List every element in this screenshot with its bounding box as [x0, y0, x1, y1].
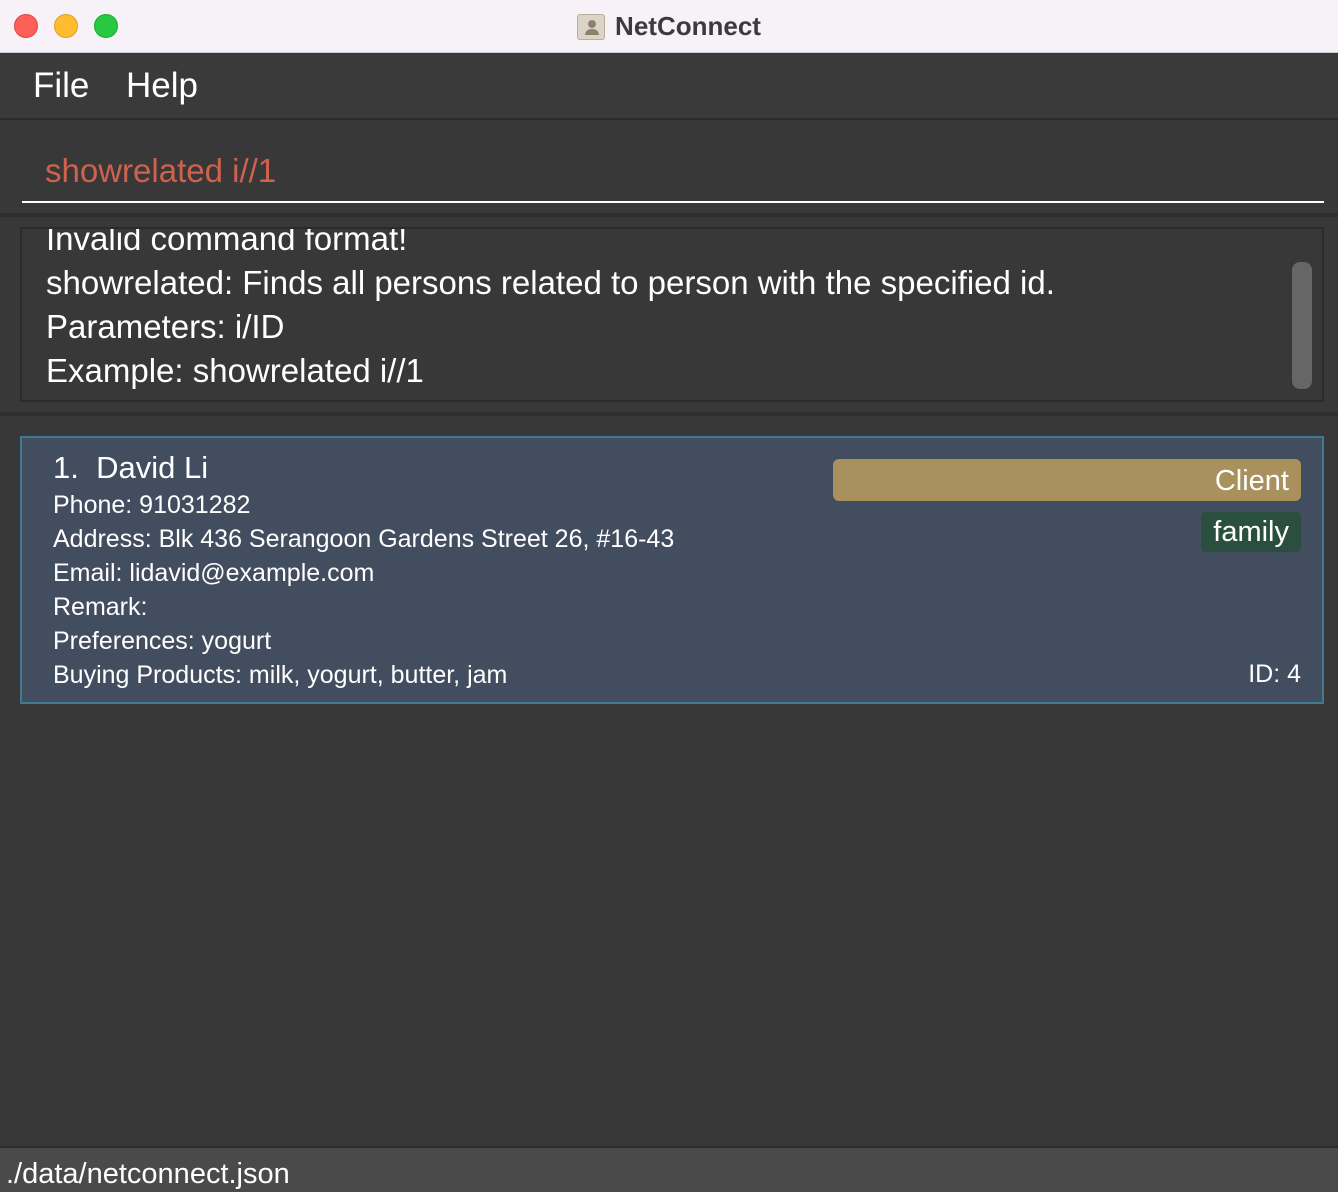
- person-phone: Phone: 91031282: [53, 491, 251, 519]
- person-name: David Li: [96, 450, 209, 485]
- window-title-group: NetConnect: [0, 0, 1338, 53]
- result-line: showrelated: Finds all persons related t…: [46, 264, 1055, 301]
- menu-file[interactable]: File: [33, 66, 89, 106]
- result-display-panel: Invalid command format! showrelated: Find…: [0, 217, 1338, 412]
- person-email: Email: lidavid@example.com: [53, 559, 375, 587]
- window-title: NetConnect: [615, 11, 761, 41]
- person-list[interactable]: 1. David Li Phone: 91031282 Address: Blk…: [0, 416, 1338, 1146]
- save-file-path: ./data/netconnect.json: [6, 1158, 290, 1190]
- person-buying-products: Buying Products: milk, yogurt, butter, j…: [53, 661, 508, 689]
- person-preferences: Preferences: yogurt: [53, 627, 272, 655]
- person-address: Address: Blk 436 Serangoon Gardens Stree…: [53, 525, 675, 553]
- result-display[interactable]: Invalid command format! showrelated: Find…: [20, 227, 1324, 402]
- result-scrollbar[interactable]: [1292, 262, 1312, 389]
- person-remark: Remark:: [53, 593, 148, 621]
- address-book-icon: [577, 13, 606, 40]
- result-text: Invalid command format! showrelated: Find…: [46, 227, 1055, 393]
- status-bar: ./data/netconnect.json: [0, 1146, 1338, 1192]
- person-index: 1.: [53, 450, 79, 485]
- result-line: Parameters: i/ID: [46, 308, 285, 345]
- menu-bar: File Help: [0, 54, 1338, 120]
- person-id: ID: 4: [1248, 660, 1301, 688]
- result-line: Example: showrelated i//1: [46, 352, 424, 389]
- command-box: [0, 121, 1338, 213]
- result-line: Invalid command format!: [46, 227, 408, 257]
- command-input[interactable]: [22, 141, 1324, 203]
- title-bar: NetConnect: [0, 0, 1338, 53]
- role-tag-client: Client: [833, 459, 1301, 501]
- person-card[interactable]: 1. David Li Phone: 91031282 Address: Blk…: [20, 436, 1324, 704]
- menu-help[interactable]: Help: [126, 66, 198, 106]
- tag-family: family: [1201, 512, 1301, 552]
- person-header: 1. David Li: [53, 450, 208, 486]
